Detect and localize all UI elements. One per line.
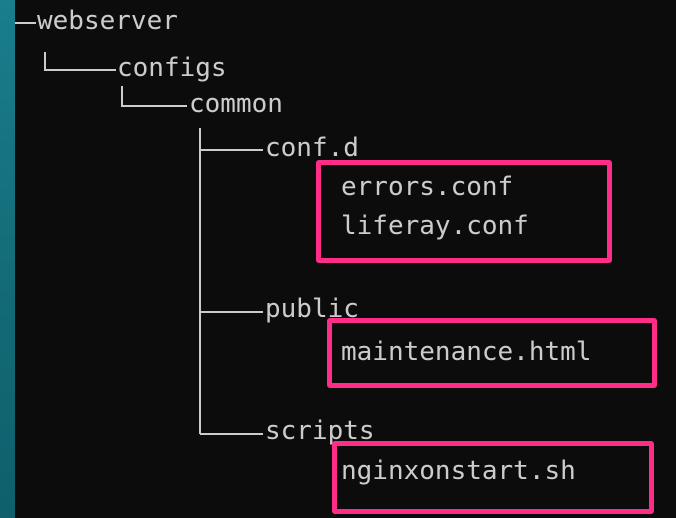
highlight-box-maintenance <box>327 318 657 388</box>
tree-common-label: common <box>189 89 283 119</box>
highlight-box-nginxonstart <box>332 441 654 514</box>
tree-confd-label: conf.d <box>265 133 359 163</box>
window-edge <box>0 0 15 518</box>
tree-configs-label: configs <box>117 53 227 83</box>
highlight-box-confd-files <box>316 160 612 263</box>
tree-root-label: webserver <box>37 6 178 36</box>
